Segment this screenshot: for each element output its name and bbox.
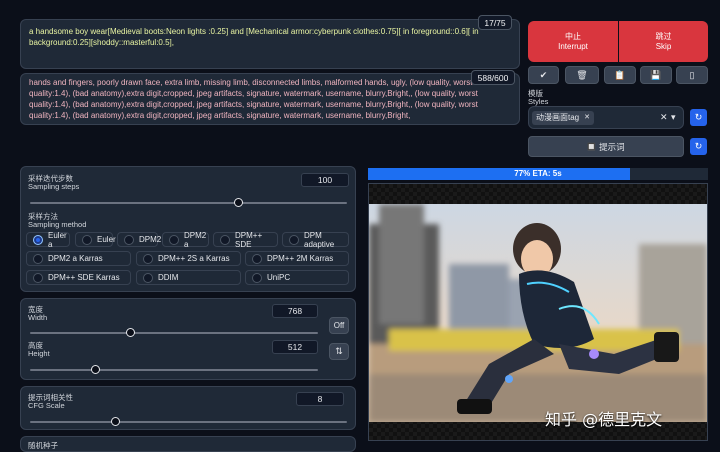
interrupt-label-en: Interrupt: [558, 41, 588, 51]
progress-bar: 77% ETA: 5s: [368, 168, 708, 180]
sampler-option-ddim[interactable]: DDIM: [136, 270, 241, 285]
radio-icon: [252, 253, 262, 264]
skip-label-en: Skip: [655, 41, 672, 51]
refresh-styles-button[interactable]: ↻: [690, 109, 707, 126]
radio-icon: [289, 234, 299, 245]
clipboard-icon: 📋: [614, 69, 626, 80]
sampler-option-dpmpp-2m-karras[interactable]: DPM++ 2M Karras: [245, 251, 349, 266]
sampler-option-euler[interactable]: Euler: [75, 232, 116, 247]
width-input[interactable]: 768: [272, 304, 318, 318]
sampler-option-unipc[interactable]: UniPC: [245, 270, 349, 285]
sampler-option-dpm-adaptive[interactable]: DPM adaptive: [282, 231, 349, 249]
sampling-steps-input[interactable]: 100: [301, 173, 349, 187]
radio-icon: [82, 234, 92, 245]
cfg-scale-slider[interactable]: [30, 416, 347, 426]
positive-prompt-text: a handsome boy wear[Medieval boots:Neon …: [29, 27, 479, 47]
radio-icon: [33, 272, 43, 283]
cfg-scale-handle[interactable]: [110, 416, 120, 426]
refresh-icon: ↻: [694, 112, 703, 122]
cfg-scale-label: 提示词相关性 CFG Scale: [28, 393, 73, 410]
negative-token-counter: 588/600: [471, 70, 515, 85]
negative-prompt-text: hands and fingers, poorly drawn face, ex…: [29, 78, 478, 120]
prompt-helper-button[interactable]: 🔲 提示词: [528, 136, 684, 157]
negative-prompt-textarea[interactable]: hands and fingers, poorly drawn face, ex…: [20, 73, 520, 125]
prompt-helper-refresh-button[interactable]: ↻: [690, 138, 707, 155]
remove-tag-icon[interactable]: ✕: [584, 111, 590, 125]
positive-token-counter: 17/75: [478, 15, 512, 30]
phone-icon: ▯: [689, 69, 695, 80]
radio-icon: [143, 272, 153, 283]
sampler-option-dpm2-a-karras[interactable]: DPM2 a Karras: [26, 251, 131, 266]
height-label: 高度 Height: [28, 341, 50, 358]
interrupt-label-zh: 中止: [565, 31, 581, 41]
clear-prompt-button[interactable]: 🗑: [565, 66, 599, 84]
positive-prompt-textarea[interactable]: a handsome boy wear[Medieval boots:Neon …: [20, 19, 520, 69]
save-style-button[interactable]: 💾: [640, 66, 672, 84]
radio-icon: [124, 234, 134, 245]
sampler-option-dpm2[interactable]: DPM2: [117, 232, 161, 247]
swap-dimensions-button[interactable]: ⇅: [329, 343, 349, 360]
sampler-option-dpmpp-sde[interactable]: DPM++ SDE: [213, 231, 278, 249]
styles-label: 模版 Styles: [528, 89, 549, 106]
sampling-steps-slider[interactable]: [30, 197, 347, 207]
watermark-text: 知乎 @德里克文: [545, 410, 663, 429]
sampling-steps-handle[interactable]: [234, 197, 244, 207]
clear-icon[interactable]: ✕: [660, 112, 668, 123]
skip-button[interactable]: 跳过 Skip: [619, 21, 708, 62]
extra-networks-button[interactable]: ▯: [676, 66, 708, 84]
skip-label-zh: 跳过: [655, 31, 672, 41]
hires-off-button[interactable]: Off: [329, 317, 349, 334]
save-icon: 💾: [650, 69, 662, 80]
trash-icon: 🗑: [576, 69, 588, 80]
progress-text: 77% ETA: 5s: [514, 169, 562, 178]
image-gallery[interactable]: 知乎 @德里克文: [368, 183, 708, 441]
generated-image[interactable]: [369, 204, 707, 422]
radio-icon: [252, 272, 262, 283]
width-slider[interactable]: [30, 327, 318, 337]
style-tag-label: 动漫画面tag: [536, 113, 580, 122]
sampling-steps-label: 采样迭代步数 Sampling steps: [28, 174, 80, 191]
swap-icon: ⇅: [335, 346, 343, 356]
radio-icon: [169, 234, 179, 245]
radio-icon: [220, 234, 230, 245]
seed-label: 随机种子: [28, 441, 58, 450]
radio-icon: [143, 253, 153, 264]
sampler-option-dpm2-a[interactable]: DPM2 a: [162, 231, 209, 249]
radio-selected-icon: [33, 234, 43, 245]
height-slider[interactable]: [30, 364, 318, 374]
sampler-option-dpmpp-2s-a-karras[interactable]: DPM++ 2S a Karras: [136, 251, 241, 266]
interrupt-button[interactable]: 中止 Interrupt: [528, 21, 618, 62]
apply-style-button[interactable]: ✔: [528, 66, 559, 84]
prompt-helper-label: 提示词: [599, 141, 625, 152]
sampling-method-label: 采样方法 Sampling method: [28, 212, 87, 229]
height-input[interactable]: 512: [272, 340, 318, 354]
refresh-icon: ↻: [694, 141, 703, 151]
chevron-down-icon[interactable]: ▾: [671, 112, 676, 123]
prompt-icon: 🔲: [587, 143, 597, 151]
sampler-option-dpmpp-sde-karras[interactable]: DPM++ SDE Karras: [26, 270, 131, 285]
style-tag-chip: 动漫画面tag ✕: [532, 111, 594, 125]
sampler-option-euler-a[interactable]: Euler a: [26, 231, 70, 249]
paste-button[interactable]: 📋: [604, 66, 636, 84]
styles-dropdown[interactable]: 动漫画面tag ✕ ✕ ▾: [528, 106, 684, 129]
height-handle[interactable]: [91, 364, 101, 374]
radio-icon: [33, 253, 43, 264]
cfg-scale-input[interactable]: 8: [296, 392, 344, 406]
width-handle[interactable]: [125, 327, 135, 337]
check-icon: ✔: [539, 69, 548, 80]
seed-panel: 随机种子: [20, 436, 356, 452]
width-label: 宽度 Width: [28, 305, 48, 322]
